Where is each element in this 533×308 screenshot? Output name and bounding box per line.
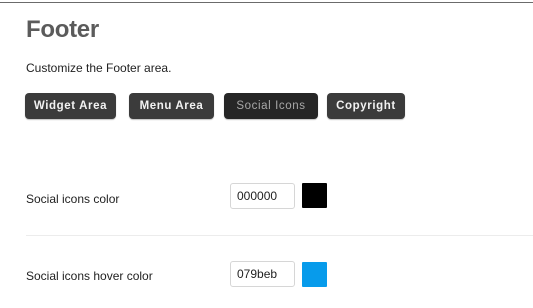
social-icons-hover-color-swatch[interactable] [302,262,327,287]
tab-widget-area[interactable]: Widget Area [25,93,116,119]
social-icons-hover-color-label: Social icons hover color [26,269,153,283]
top-divider [0,2,533,3]
tab-social-icons[interactable]: Social Icons [224,93,318,119]
tab-copyright[interactable]: Copyright [327,93,405,119]
social-icons-hover-color-input[interactable] [230,261,295,287]
social-icons-color-label: Social icons color [26,192,120,206]
social-icons-color-input[interactable] [230,183,295,209]
page-title: Footer [26,16,99,43]
footer-settings-page: Footer Customize the Footer area. Widget… [0,0,533,308]
page-description: Customize the Footer area. [26,61,172,75]
settings-row-divider [26,235,533,236]
tab-menu-area[interactable]: Menu Area [129,93,214,119]
social-icons-color-swatch[interactable] [302,183,327,208]
